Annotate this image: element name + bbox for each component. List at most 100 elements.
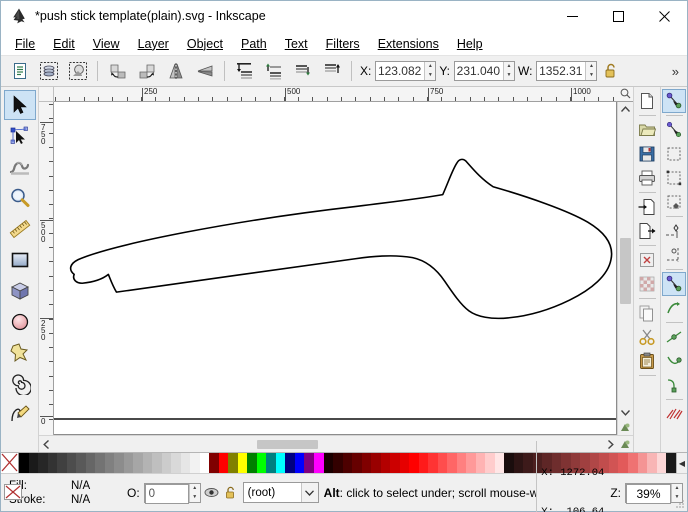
stroke-value[interactable]: N/A	[71, 493, 90, 507]
palette-swatch[interactable]	[352, 453, 362, 473]
raise-to-top-icon[interactable]	[231, 58, 258, 85]
y-spinner-arrows[interactable]: ▲ ▼	[503, 62, 515, 80]
select-all-icon[interactable]	[6, 58, 33, 85]
palette-swatch[interactable]	[256, 453, 267, 473]
x-input[interactable]: 123.082	[376, 62, 425, 80]
opacity-spinner[interactable]: 0 ▲ ▼	[143, 482, 201, 504]
scroll-left-arrow[interactable]	[39, 439, 54, 449]
snap-node-cusp-icon[interactable]	[662, 325, 686, 349]
palette-swatch[interactable]	[266, 453, 276, 473]
ruler-corner[interactable]	[39, 87, 54, 102]
snap-nodes-icon[interactable]	[662, 243, 686, 267]
ellipse-tool[interactable]	[4, 307, 36, 337]
menu-object[interactable]: Object	[178, 34, 232, 54]
menu-layer[interactable]: Layer	[129, 34, 178, 54]
palette-swatch[interactable]	[304, 453, 314, 473]
lock-icon[interactable]	[222, 483, 239, 503]
vertical-scrollbar[interactable]	[617, 102, 633, 435]
print-document-icon[interactable]	[635, 166, 659, 190]
menu-filters[interactable]: Filters	[317, 34, 369, 54]
horizontal-scroll-thumb[interactable]	[257, 439, 318, 449]
snap-bbox-edge-midpoint-icon[interactable]	[662, 190, 686, 214]
y-spin-down[interactable]: ▼	[504, 71, 514, 80]
palette-swatch[interactable]	[323, 453, 334, 473]
snap-midpoint-icon[interactable]	[662, 373, 686, 397]
palette-swatch[interactable]	[275, 453, 286, 473]
save-document-icon[interactable]	[635, 142, 659, 166]
menu-view[interactable]: View	[84, 34, 129, 54]
w-spin-up[interactable]: ▲	[586, 62, 596, 71]
selector-tool[interactable]	[3, 90, 36, 120]
maximize-button[interactable]	[595, 1, 641, 32]
horizontal-ruler[interactable]: 25050075010001250	[54, 87, 633, 102]
w-spinner-arrows[interactable]: ▲ ▼	[585, 62, 597, 80]
scroll-right-arrow[interactable]	[603, 439, 618, 449]
palette-swatch[interactable]	[85, 453, 96, 473]
palette-swatch[interactable]	[95, 453, 105, 473]
palette-swatch[interactable]	[409, 453, 419, 473]
palette-swatch[interactable]	[647, 453, 657, 473]
redo-icon[interactable]	[635, 272, 659, 296]
no-color-icon[interactable]	[1, 453, 19, 473]
palette-swatch[interactable]	[428, 453, 438, 473]
palette-swatch[interactable]	[66, 453, 77, 473]
palette-swatch[interactable]	[38, 453, 48, 473]
zoom-input[interactable]: 39%	[626, 483, 671, 504]
y-spin-up[interactable]: ▲	[504, 62, 514, 71]
palette-swatch[interactable]	[190, 453, 200, 473]
palette-swatch[interactable]	[608, 453, 619, 473]
palette-swatch[interactable]	[294, 453, 305, 473]
paste-icon[interactable]	[635, 349, 659, 373]
import-icon[interactable]	[635, 195, 659, 219]
opacity-spin-down[interactable]: ▼	[190, 493, 200, 502]
palette-swatch[interactable]	[218, 453, 229, 473]
x-spin-up[interactable]: ▲	[425, 62, 435, 71]
vertical-scroll-thumb[interactable]	[620, 237, 631, 305]
rectangle-tool[interactable]	[4, 245, 36, 275]
palette-swatch[interactable]	[628, 453, 638, 473]
menu-text[interactable]: Text	[276, 34, 317, 54]
lower-icon[interactable]	[289, 58, 316, 85]
palette-swatch[interactable]	[380, 453, 391, 473]
menu-help[interactable]: Help	[448, 34, 492, 54]
w-spin-down[interactable]: ▼	[586, 71, 596, 80]
palette-swatch[interactable]	[418, 453, 429, 473]
open-document-icon[interactable]	[635, 118, 659, 142]
x-spinner-arrows[interactable]: ▲ ▼	[424, 62, 436, 80]
horizontal-scroll-track[interactable]	[54, 438, 603, 451]
star-tool[interactable]	[4, 338, 36, 368]
palette-swatch[interactable]	[114, 453, 124, 473]
export-icon[interactable]	[635, 219, 659, 243]
palette-swatch[interactable]	[161, 453, 172, 473]
menu-extensions[interactable]: Extensions	[369, 34, 448, 54]
minimize-button[interactable]	[549, 1, 595, 32]
palette-swatch[interactable]	[466, 453, 476, 473]
palette-swatch[interactable]	[247, 453, 257, 473]
palette-swatch[interactable]	[437, 453, 448, 473]
cut-icon[interactable]	[635, 325, 659, 349]
palette-swatch[interactable]	[456, 453, 467, 473]
rotate-cw-icon[interactable]	[133, 58, 160, 85]
snap-grid-guide-icon[interactable]	[662, 402, 686, 426]
vertical-scroll-track[interactable]	[618, 117, 633, 405]
palette-swatch[interactable]	[333, 453, 343, 473]
x-spin-down[interactable]: ▼	[425, 71, 435, 80]
snap-bbox-edge-icon[interactable]	[662, 142, 686, 166]
resize-grip-icon[interactable]	[675, 499, 685, 509]
palette-swatch[interactable]	[504, 453, 514, 473]
opacity-control[interactable]: O: 0 ▲ ▼	[127, 482, 201, 504]
box3d-tool[interactable]	[4, 276, 36, 306]
rotate-ccw-icon[interactable]	[104, 58, 131, 85]
palette-swatch[interactable]	[47, 453, 58, 473]
palette-swatch[interactable]	[637, 453, 648, 473]
snap-bbox-center-icon[interactable]	[662, 219, 686, 243]
palette-swatch[interactable]	[371, 453, 381, 473]
palette-swatch[interactable]	[104, 453, 115, 473]
copy-icon[interactable]	[635, 301, 659, 325]
palette-swatch[interactable]	[28, 453, 39, 473]
calligraphy-tool[interactable]	[4, 400, 36, 430]
palette-swatch[interactable]	[237, 453, 248, 473]
x-spinner[interactable]: 123.082 ▲ ▼	[375, 61, 437, 81]
palette-swatch[interactable]	[19, 453, 29, 473]
snap-path-icon[interactable]	[662, 272, 686, 296]
